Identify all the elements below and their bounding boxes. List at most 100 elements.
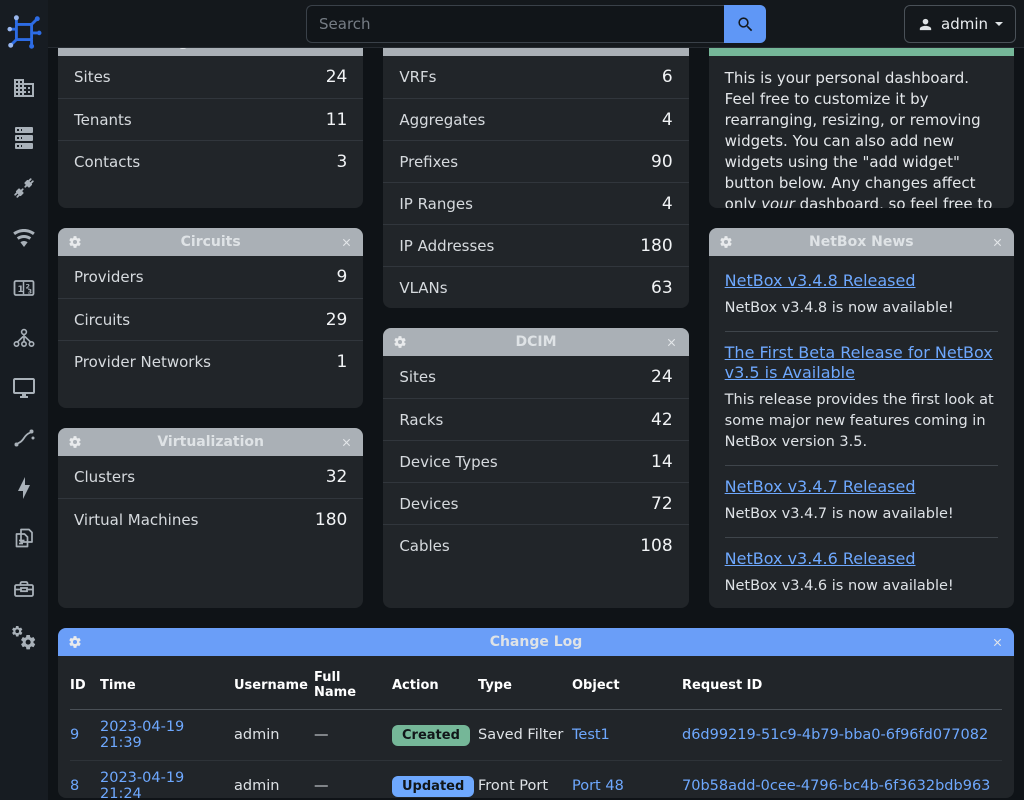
stat-row-vrfs[interactable]: VRFs6	[383, 56, 688, 98]
gear-icon[interactable]	[67, 434, 83, 450]
changelog-time-link[interactable]: 2023-04-19 21:24	[100, 770, 184, 798]
col-object: Object	[572, 660, 682, 710]
stat-row-ip-ranges[interactable]: IP Ranges4	[383, 182, 688, 224]
stat-row-device-types[interactable]: Device Types14	[383, 440, 688, 482]
news-desc: NetBox v3.4.6 is now available!	[725, 576, 998, 597]
search-input[interactable]	[306, 5, 724, 43]
col-type: Type	[478, 660, 572, 710]
organization-building-icon[interactable]	[12, 76, 36, 100]
connections-plug-icon[interactable]	[12, 176, 36, 200]
circuits-cable-icon[interactable]	[12, 426, 36, 450]
gear-icon[interactable]	[718, 234, 734, 250]
widget-title: NetBox News	[734, 234, 989, 250]
widget-title: Circuits	[83, 234, 338, 250]
virtualization-monitor-icon[interactable]	[12, 376, 36, 400]
gear-icon[interactable]	[67, 634, 83, 650]
provisioning-documents-icon[interactable]	[12, 526, 36, 550]
news-item: NetBox v3.4.6 Released NetBox v3.4.6 is …	[725, 537, 998, 608]
widget-virtualization: Virtualization Clusters32 Virtual Machin…	[58, 428, 363, 608]
col-full-name: Full Name	[314, 660, 392, 710]
widget-title: Change Log	[83, 634, 989, 650]
chevron-down-icon	[995, 22, 1003, 30]
changelog-object-link[interactable]: Test1	[572, 727, 610, 743]
changelog-id-link[interactable]: 9	[70, 727, 79, 743]
changelog-type: Saved Filter	[478, 710, 572, 761]
widget-organization: Organization Sites24 Tenants11 Contacts3	[58, 28, 363, 208]
changelog-username: admin	[234, 710, 314, 761]
devices-server-icon[interactable]	[12, 126, 36, 150]
action-badge: Updated	[392, 776, 474, 797]
news-desc: This release provides the first look at …	[725, 390, 998, 453]
changelog-id-link[interactable]: 8	[70, 778, 79, 794]
stat-row-providers[interactable]: Providers9	[58, 256, 363, 298]
news-item: NetBox v3.4.7 Released NetBox v3.4.7 is …	[725, 465, 998, 537]
widget-netbox-news: NetBox News NetBox v3.4.8 Released NetBo…	[709, 228, 1014, 608]
changelog-table: ID Time Username Full Name Action Type O…	[70, 660, 1002, 798]
close-icon[interactable]	[338, 234, 354, 250]
user-icon	[917, 16, 934, 33]
stat-row-clusters[interactable]: Clusters32	[58, 456, 363, 498]
stat-row-devices[interactable]: Devices72	[383, 482, 688, 524]
welcome-text: This is your personal dashboard. Feel fr…	[709, 56, 1014, 208]
svg-text:3: 3	[28, 288, 33, 296]
wireless-wifi-icon[interactable]	[12, 226, 36, 250]
close-icon[interactable]	[989, 634, 1005, 650]
stat-row-virtual-machines[interactable]: Virtual Machines180	[58, 498, 363, 540]
changelog-full-name: —	[314, 761, 392, 799]
col-action: Action	[392, 660, 478, 710]
search-button[interactable]	[724, 5, 766, 43]
operations-cogs-icon[interactable]	[12, 626, 36, 650]
stat-row-ip-addresses[interactable]: IP Addresses180	[383, 224, 688, 266]
col-id: ID	[70, 660, 100, 710]
stat-row-provider-networks[interactable]: Provider Networks1	[58, 340, 363, 382]
widget-welcome: Welcome! This is your personal dashboard…	[709, 28, 1014, 208]
col-time: Time	[100, 660, 234, 710]
global-search	[306, 5, 766, 43]
changelog-request-id-link[interactable]: 70b58add-0cee-4796-bc4b-6f3632bdb963	[682, 778, 990, 794]
news-link[interactable]: NetBox v3.4.8 Released	[725, 271, 916, 290]
overlay-graph-icon[interactable]	[12, 326, 36, 350]
table-row: 9 2023-04-19 21:39 admin — Created Saved…	[70, 710, 1002, 761]
news-link[interactable]: NetBox v3.4.7 Released	[725, 477, 916, 496]
close-icon[interactable]	[989, 234, 1005, 250]
stat-row-prefixes[interactable]: Prefixes90	[383, 140, 688, 182]
close-icon[interactable]	[664, 334, 680, 350]
news-item: The First Beta Release for NetBox v3.5 i…	[725, 331, 998, 465]
user-label: admin	[941, 15, 988, 33]
user-menu-button[interactable]: admin	[904, 5, 1016, 43]
stat-row-circuits[interactable]: Circuits29	[58, 298, 363, 340]
changelog-type: Front Port	[478, 761, 572, 799]
news-link[interactable]: The First Beta Release for NetBox v3.5 i…	[725, 343, 993, 382]
stat-row-contacts[interactable]: Contacts3	[58, 140, 363, 182]
widget-title: DCIM	[408, 334, 663, 350]
stat-row-sites[interactable]: Sites24	[58, 56, 363, 98]
stat-row-vlans[interactable]: VLANs63	[383, 266, 688, 308]
changelog-request-id-link[interactable]: d6d99219-51c9-4b79-bba0-6f96fd077082	[682, 727, 988, 743]
changelog-time-link[interactable]: 2023-04-19 21:39	[100, 719, 184, 751]
changelog-full-name: —	[314, 710, 392, 761]
customization-toolbox-icon[interactable]	[12, 576, 36, 600]
stat-row-sites[interactable]: Sites24	[383, 356, 688, 398]
ipam-counter-icon[interactable]: 123	[12, 276, 36, 300]
gear-icon[interactable]	[392, 334, 408, 350]
close-icon[interactable]	[338, 434, 354, 450]
changelog-object-link[interactable]: Port 48	[572, 778, 624, 794]
widget-dcim: DCIM Sites24 Racks42 Device Types14 Devi…	[383, 328, 688, 608]
stat-row-cables[interactable]: Cables108	[383, 524, 688, 566]
changelog-username: admin	[234, 761, 314, 799]
widget-title: Virtualization	[83, 434, 338, 450]
svg-text:1: 1	[18, 285, 24, 295]
power-lightning-icon[interactable]	[12, 476, 36, 500]
widget-ipam: IPAM VRFs6 Aggregates4 Prefixes90 IP Ran…	[383, 28, 688, 308]
table-row: 8 2023-04-19 21:24 admin — Updated Front…	[70, 761, 1002, 799]
stat-row-racks[interactable]: Racks42	[383, 398, 688, 440]
news-desc: NetBox v3.4.8 is now available!	[725, 298, 998, 319]
stat-row-tenants[interactable]: Tenants11	[58, 98, 363, 140]
stat-row-aggregates[interactable]: Aggregates4	[383, 98, 688, 140]
gear-icon[interactable]	[67, 234, 83, 250]
top-navbar: admin	[48, 0, 1024, 48]
widget-circuits: Circuits Providers9 Circuits29 Provider …	[58, 228, 363, 408]
netbox-logo[interactable]	[5, 12, 43, 52]
news-link[interactable]: NetBox v3.4.6 Released	[725, 549, 916, 568]
col-request-id: Request ID	[682, 660, 1002, 710]
